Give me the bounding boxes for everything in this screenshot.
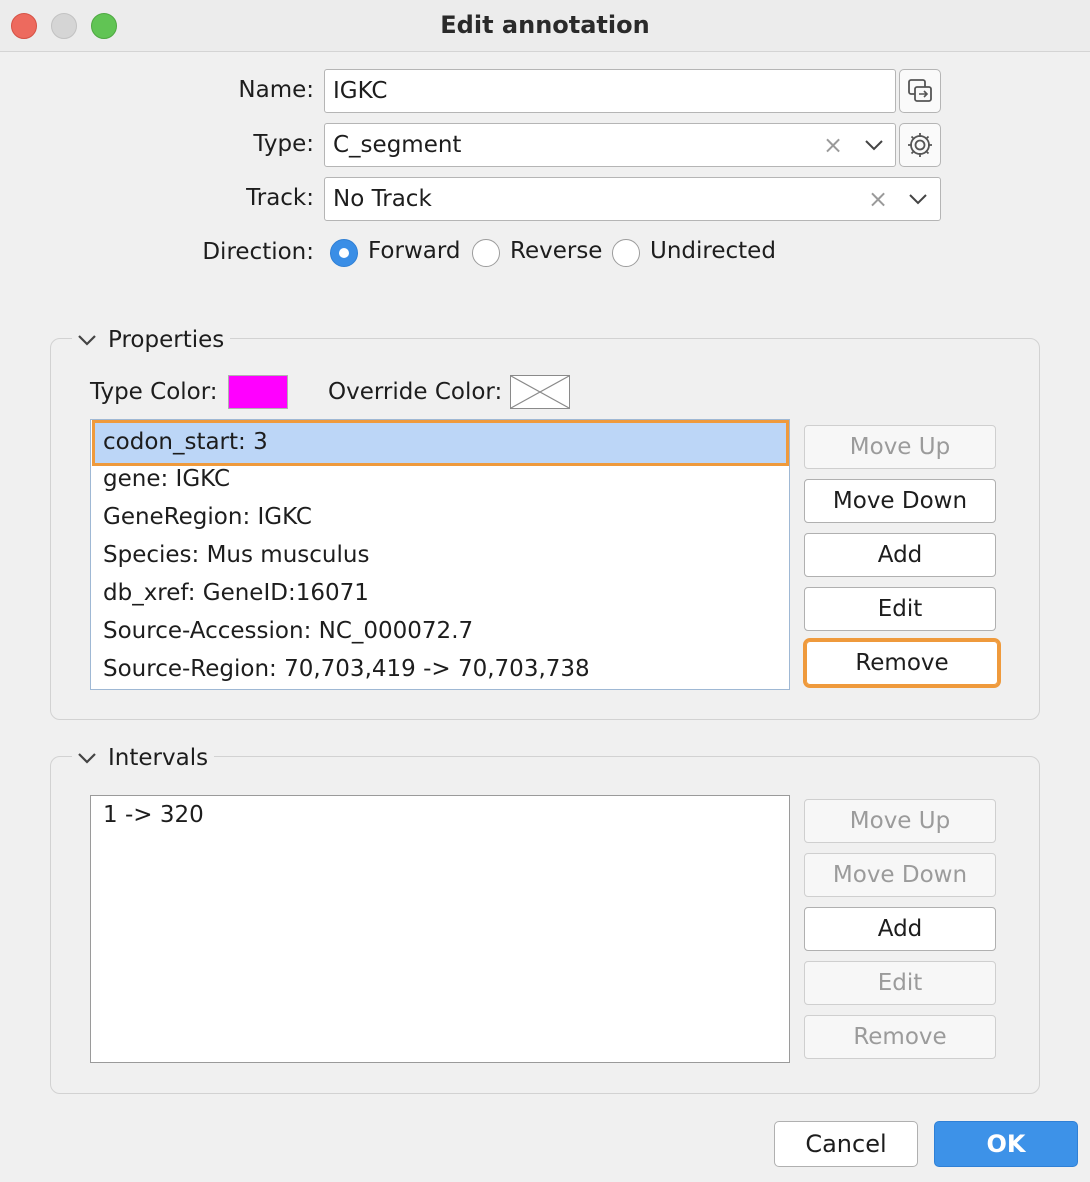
- type-color-swatch[interactable]: [228, 375, 288, 409]
- list-item[interactable]: 1 -> 320: [103, 802, 204, 828]
- properties-edit-button[interactable]: Edit: [804, 587, 996, 631]
- clear-track-icon[interactable]: ×: [868, 178, 888, 220]
- chevron-down-icon[interactable]: [76, 332, 98, 348]
- properties-title: Properties: [108, 327, 225, 353]
- type-settings-button[interactable]: [899, 123, 941, 167]
- type-value: C_segment: [333, 132, 462, 158]
- properties-list[interactable]: codon_start: 3 gene: IGKC GeneRegion: IG…: [90, 419, 790, 690]
- copy-name-button[interactable]: [899, 69, 941, 113]
- properties-remove-button[interactable]: Remove: [803, 638, 1001, 688]
- direction-undirected-radio[interactable]: [612, 239, 640, 267]
- copy-icon: [908, 79, 932, 102]
- ok-button[interactable]: OK: [934, 1121, 1078, 1167]
- list-item[interactable]: db_xref: GeneID:16071: [103, 580, 369, 606]
- direction-label: Direction:: [202, 239, 314, 265]
- name-input[interactable]: IGKC: [324, 69, 896, 113]
- list-item[interactable]: Source-Accession: NC_000072.7: [103, 618, 473, 644]
- properties-move-up-button[interactable]: Move Up: [804, 425, 996, 469]
- override-color-swatch[interactable]: [510, 375, 570, 409]
- chevron-down-icon[interactable]: [907, 191, 929, 207]
- intervals-list[interactable]: 1 -> 320: [90, 795, 790, 1063]
- properties-add-button[interactable]: Add: [804, 533, 996, 577]
- track-label: Track:: [246, 185, 314, 211]
- edit-annotation-dialog: Edit annotation Name: IGKC Type: C_segme…: [0, 0, 1090, 1182]
- cancel-button[interactable]: Cancel: [774, 1121, 918, 1167]
- properties-move-down-button[interactable]: Move Down: [804, 479, 996, 523]
- properties-header[interactable]: Properties: [72, 324, 231, 356]
- direction-forward-radio[interactable]: [330, 239, 358, 267]
- intervals-add-button[interactable]: Add: [804, 907, 996, 951]
- name-label: Name:: [238, 77, 314, 103]
- intervals-header[interactable]: Intervals: [72, 742, 215, 774]
- direction-forward-label[interactable]: Forward: [368, 238, 461, 264]
- direction-reverse-radio[interactable]: [472, 239, 500, 267]
- intervals-title: Intervals: [108, 745, 209, 771]
- title-bar: Edit annotation: [0, 0, 1090, 52]
- direction-reverse-label[interactable]: Reverse: [510, 238, 602, 264]
- direction-undirected-label[interactable]: Undirected: [650, 238, 776, 264]
- list-item[interactable]: codon_start: 3: [92, 420, 789, 466]
- type-label: Type:: [253, 131, 314, 157]
- intervals-move-up-button[interactable]: Move Up: [804, 799, 996, 843]
- track-value: No Track: [333, 186, 432, 212]
- chevron-down-icon[interactable]: [76, 750, 98, 766]
- list-item[interactable]: GeneRegion: IGKC: [103, 504, 312, 530]
- gear-icon: [908, 133, 932, 157]
- chevron-down-icon[interactable]: [863, 137, 885, 153]
- list-item[interactable]: Source-Region: 70,703,419 -> 70,703,738: [103, 656, 590, 682]
- list-item[interactable]: gene: IGKC: [103, 466, 230, 492]
- type-color-label: Type Color:: [90, 379, 218, 405]
- intervals-move-down-button[interactable]: Move Down: [804, 853, 996, 897]
- intervals-remove-button[interactable]: Remove: [804, 1015, 996, 1059]
- window-title: Edit annotation: [440, 11, 650, 39]
- list-item[interactable]: Species: Mus musculus: [103, 542, 369, 568]
- clear-type-icon[interactable]: ×: [823, 124, 843, 166]
- track-combobox[interactable]: No Track ×: [324, 177, 941, 221]
- intervals-edit-button[interactable]: Edit: [804, 961, 996, 1005]
- type-combobox[interactable]: C_segment ×: [324, 123, 896, 167]
- override-color-label: Override Color:: [328, 379, 503, 405]
